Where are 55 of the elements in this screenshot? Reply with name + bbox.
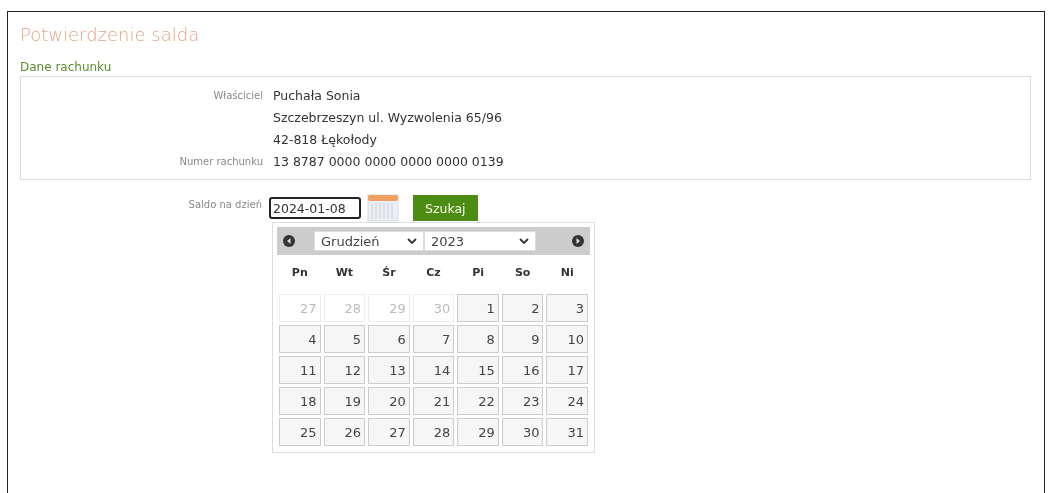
day-cell[interactable]: 3 xyxy=(546,294,588,322)
field-label: Saldo na dzień xyxy=(188,199,262,210)
date-field[interactable]: 2024-01-08 xyxy=(269,197,361,219)
previous-icon[interactable] xyxy=(283,235,295,247)
day-cell[interactable]: 31 xyxy=(546,418,588,446)
day-cell[interactable]: 14 xyxy=(412,356,455,384)
day-cell[interactable]: 11 xyxy=(279,356,321,384)
field-value: Szczebrzeszyn ul. Wyzwolenia 65/96 xyxy=(273,109,502,127)
section-title: Dane rachunku xyxy=(20,59,113,76)
weekday-label: Pi xyxy=(471,265,485,281)
search-button[interactable]: Szukaj xyxy=(413,195,478,221)
day-cell[interactable]: 28 xyxy=(412,418,455,446)
field-value: 42-818 Łękołody xyxy=(273,131,377,149)
day-cell[interactable]: 13 xyxy=(368,356,410,384)
caret-icon xyxy=(519,237,529,245)
day-cell[interactable]: 20 xyxy=(368,387,410,415)
day-cell[interactable]: 5 xyxy=(323,325,366,353)
day-cell[interactable]: 4 xyxy=(279,325,321,353)
day-cell[interactable]: 9 xyxy=(501,325,544,353)
day-cell[interactable]: 16 xyxy=(501,356,544,384)
day-cell[interactable]: 24 xyxy=(546,387,588,415)
field-label: Numer rachunku xyxy=(179,156,263,167)
weekday-label: Cz xyxy=(425,265,442,281)
day-cell[interactable]: 26 xyxy=(323,418,366,446)
month-select[interactable]: Grudzień xyxy=(314,231,424,251)
day-cell[interactable]: 1 xyxy=(457,294,499,322)
weekday-label: Pn xyxy=(290,265,309,281)
day-cell[interactable]: 30 xyxy=(501,418,544,446)
day-cell[interactable]: 25 xyxy=(279,418,321,446)
day-cell[interactable]: 18 xyxy=(279,387,321,415)
day-cell[interactable]: 10 xyxy=(546,325,588,353)
year-select[interactable]: 2023 xyxy=(424,231,536,251)
day-cell[interactable]: 15 xyxy=(457,356,499,384)
day-cell[interactable]: 19 xyxy=(323,387,366,415)
day-cell[interactable]: 29 xyxy=(457,418,499,446)
day-cell[interactable]: 17 xyxy=(546,356,588,384)
caret-icon xyxy=(407,237,417,245)
field-label: Właściciel xyxy=(213,90,263,101)
weekday-label: Wt xyxy=(334,265,355,281)
weekday-label: Ni xyxy=(559,265,575,281)
next-icon[interactable] xyxy=(572,235,584,247)
day-cell[interactable]: 23 xyxy=(501,387,544,415)
weekday-label: So xyxy=(513,265,532,281)
day-cell[interactable]: 2 xyxy=(501,294,544,322)
day-cell[interactable]: 12 xyxy=(323,356,366,384)
day-cell[interactable]: 27 xyxy=(368,418,410,446)
field-value: Puchała Sonia xyxy=(273,87,361,105)
field-value: 13 8787 0000 0000 0000 0000 0139 xyxy=(273,153,504,171)
day-cell[interactable]: 6 xyxy=(368,325,410,353)
day-cell[interactable]: 22 xyxy=(457,387,499,415)
day-cell[interactable]: 21 xyxy=(412,387,455,415)
weekday-label: Śr xyxy=(381,265,397,281)
day-cell[interactable]: 7 xyxy=(412,325,455,353)
page-title: Potwierdzenie salda xyxy=(20,23,201,47)
day-cell[interactable]: 8 xyxy=(457,325,499,353)
